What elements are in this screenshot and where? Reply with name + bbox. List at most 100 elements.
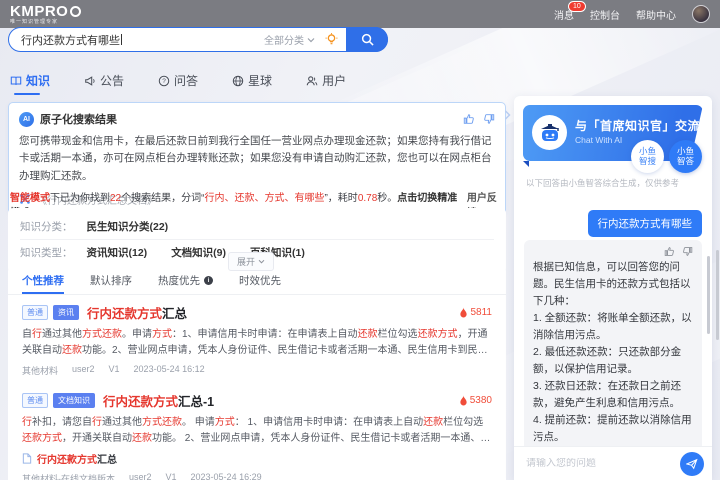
svg-text:?: ? (162, 78, 166, 85)
filter-option[interactable]: 资讯知识(12) (87, 245, 148, 260)
ai-reply-text: 根据已知信息，可以回答您的问题。民生信用卡的还款方式包括以下几种： 1. 全额还… (533, 261, 692, 443)
heat-count: 5811 (459, 307, 492, 318)
ai-card-title: 原子化搜索结果 (40, 114, 117, 126)
chat-mode-switcher: 小鱼 智搜 小鱼 智答 (631, 140, 702, 173)
send-button[interactable] (680, 451, 704, 476)
message-count-badge: 10 (568, 0, 586, 12)
tag-document: 文档知识 (53, 393, 95, 408)
chat-disclaimer: 以下回答由小鱼智答综合生成，仅供参考 (526, 178, 680, 188)
search-input[interactable]: 行内还款方式有哪些 (21, 32, 120, 48)
logo[interactable]: KMPRO 唯一知识管理专家 (10, 2, 82, 25)
tab-label: 问答 (174, 74, 199, 88)
sort-tab-default[interactable]: 默认排序 (90, 273, 132, 294)
flame-icon (460, 307, 468, 318)
book-icon (10, 76, 22, 85)
filter-category-label: 知识分类： (20, 221, 73, 233)
result-title[interactable]: 行内还款方式汇总-1 (103, 391, 214, 410)
thumbs-down-icon[interactable] (483, 113, 495, 125)
app-screen: KMPRO 唯一知识管理专家 消息 10 控制台 帮助中心 行内还款方式有哪些 … (0, 0, 720, 480)
ai-chat-panel: 与「首席知识官」交流 Chat With AI 小鱼 智搜 小鱼 智答 以下回答… (514, 96, 712, 480)
chat-title: 与「首席知识官」交流 (575, 119, 701, 133)
robot-avatar (532, 115, 567, 150)
result-meta: 其他材料 user2 V1 2023-05-24 16:12 (22, 364, 205, 376)
sort-tab-recommend[interactable]: 个性推荐 (22, 273, 64, 294)
chat-scrollbar[interactable] (707, 256, 710, 334)
page-scrollbar[interactable] (716, 250, 719, 340)
thumbs-down-icon[interactable] (682, 246, 693, 257)
mode-smart-answer-button[interactable]: 小鱼 智答 (669, 140, 702, 173)
top-bar: KMPRO 唯一知识管理专家 消息 10 控制台 帮助中心 (0, 0, 720, 28)
question-circle-icon: ? (158, 75, 170, 86)
logo-tagline: 唯一知识管理专家 (10, 18, 59, 25)
result-snippet: 自行通过其他方式还款。申请方式：1、申请信用卡时申请：在申请表上自动还款栏位勾选… (22, 329, 488, 356)
filter-option[interactable]: 文档知识(9) (171, 245, 226, 260)
tag-normal: 普通 (22, 305, 48, 320)
tab-label: 用户 (322, 74, 347, 88)
sort-tab-recency[interactable]: 时效优先 (239, 273, 281, 294)
mode-smart-search-button[interactable]: 小鱼 智搜 (631, 140, 664, 173)
category-dropdown[interactable]: 全部分类 (264, 32, 315, 47)
heat-count: 5380 (459, 395, 492, 406)
tag-news: 资讯 (53, 305, 79, 320)
tab-label: 公告 (100, 74, 125, 88)
result-count: 22 (110, 193, 122, 204)
panel-collapse-chevron[interactable] (504, 110, 511, 123)
ai-icon: AI (19, 111, 34, 127)
result-meta: 其他材料-在线文档版本 user2 V1 2023-05-24 16:29 (22, 472, 262, 480)
main-nav: 知识 公告 ? 问答 星球 用户 (10, 72, 346, 95)
tag-normal: 普通 (22, 393, 48, 408)
user-message-bubble: 行内还款方式有哪些 (587, 210, 702, 237)
tab-announcements[interactable]: 公告 (84, 72, 124, 95)
mode-label: 智能模式 (10, 193, 50, 204)
search-icon (361, 33, 374, 46)
tab-knowledge[interactable]: 知识 (10, 72, 50, 95)
thumbs-up-icon[interactable] (664, 246, 675, 257)
globe-icon (232, 75, 244, 86)
thumbs-up-icon[interactable] (463, 113, 475, 125)
tab-planet[interactable]: 星球 (232, 72, 272, 95)
result-snippet: 行补扣，请您自行通过其他方式还款。 申请方式： 1、申请信用卡时申请：在申请表上… (22, 417, 491, 444)
results-card: 个性推荐 默认排序 热度优先 i 时效优先 普通 资讯 行内还款方式汇总 581… (8, 266, 506, 480)
chat-input[interactable] (526, 458, 680, 469)
flame-icon (460, 395, 467, 406)
ai-answer-text: 您可携带现金和信用卡，在最后还款日前到我行全国任一营业网点办理现金还款；如果您持… (19, 135, 492, 182)
chevron-right-icon (504, 110, 511, 120)
attachment-link[interactable]: 行内还款方式汇总 (22, 451, 492, 466)
tab-label: 知识 (26, 74, 51, 88)
banner-fold (523, 161, 529, 167)
filter-option[interactable]: 民生知识分类(22) (87, 219, 169, 234)
tab-qa[interactable]: ? 问答 (158, 72, 198, 95)
tab-label: 星球 (248, 74, 273, 88)
logo-text: KMPRO (10, 2, 69, 20)
info-icon: i (204, 276, 213, 285)
elapsed-time: 0.78 (357, 193, 378, 204)
sort-tab-heat[interactable]: 热度优先 i (158, 273, 213, 294)
result-item: 普通 资讯 行内还款方式汇总 5811 自行通过其他方式还款。申请方式：1、申请… (8, 295, 506, 383)
chat-input-bar (514, 446, 712, 480)
ai-message-bubble: 根据已知信息，可以回答您的问题。民生信用卡的还款方式包括以下几种： 1. 全额还… (524, 240, 702, 446)
document-icon (22, 453, 32, 464)
search-bar: 行内还款方式有哪些 全部分类 (8, 27, 388, 52)
robot-icon (540, 123, 559, 141)
chat-messages[interactable]: 行内还款方式有哪些 根据已知信息，可以回答您的问题。民生信用卡的还款方式包括以下… (514, 206, 712, 446)
tab-users[interactable]: 用户 (306, 72, 346, 95)
logo-orb-icon (70, 5, 82, 17)
keywords: 行内、还款、方式、有哪些 (204, 193, 325, 204)
top-menu: 消息 10 控制台 帮助中心 (554, 0, 710, 23)
chat-subtitle: Chat With AI (575, 135, 623, 145)
users-icon (306, 75, 318, 85)
expand-filters-button[interactable]: 展开 (228, 252, 275, 271)
user-avatar[interactable] (692, 5, 710, 23)
search-button[interactable] (346, 27, 388, 52)
smart-lamp-icon[interactable] (325, 33, 338, 46)
text-caret (121, 34, 122, 45)
paper-plane-icon (686, 458, 698, 469)
menu-console[interactable]: 控制台 (590, 7, 620, 22)
result-item: 普通 文档知识 行内还款方式汇总-1 5380 行补扣，请您自行通过其他方式还款… (8, 383, 506, 480)
result-title[interactable]: 行内还款方式汇总 (87, 303, 187, 322)
menu-messages[interactable]: 消息 10 (554, 0, 586, 22)
filter-type-label: 知识类型： (20, 247, 73, 259)
chevron-down-icon (258, 259, 265, 264)
megaphone-icon (85, 75, 95, 86)
menu-help-center[interactable]: 帮助中心 (636, 7, 676, 22)
